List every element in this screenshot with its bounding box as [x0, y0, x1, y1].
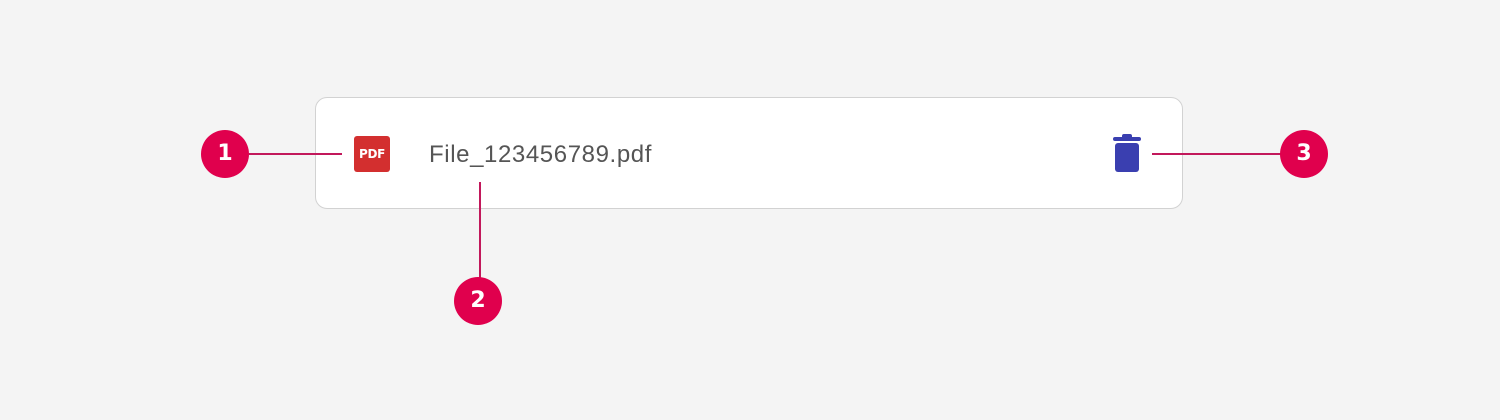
callout-connectors [249, 153, 1281, 278]
annotated-file-item-diagram: PDF File_123456789.pdf 1 2 3 [0, 0, 1500, 420]
callout-badge-2: 2 [454, 277, 502, 325]
callout-badge-1: 1 [201, 130, 249, 178]
callout-badge-3: 3 [1280, 130, 1328, 178]
